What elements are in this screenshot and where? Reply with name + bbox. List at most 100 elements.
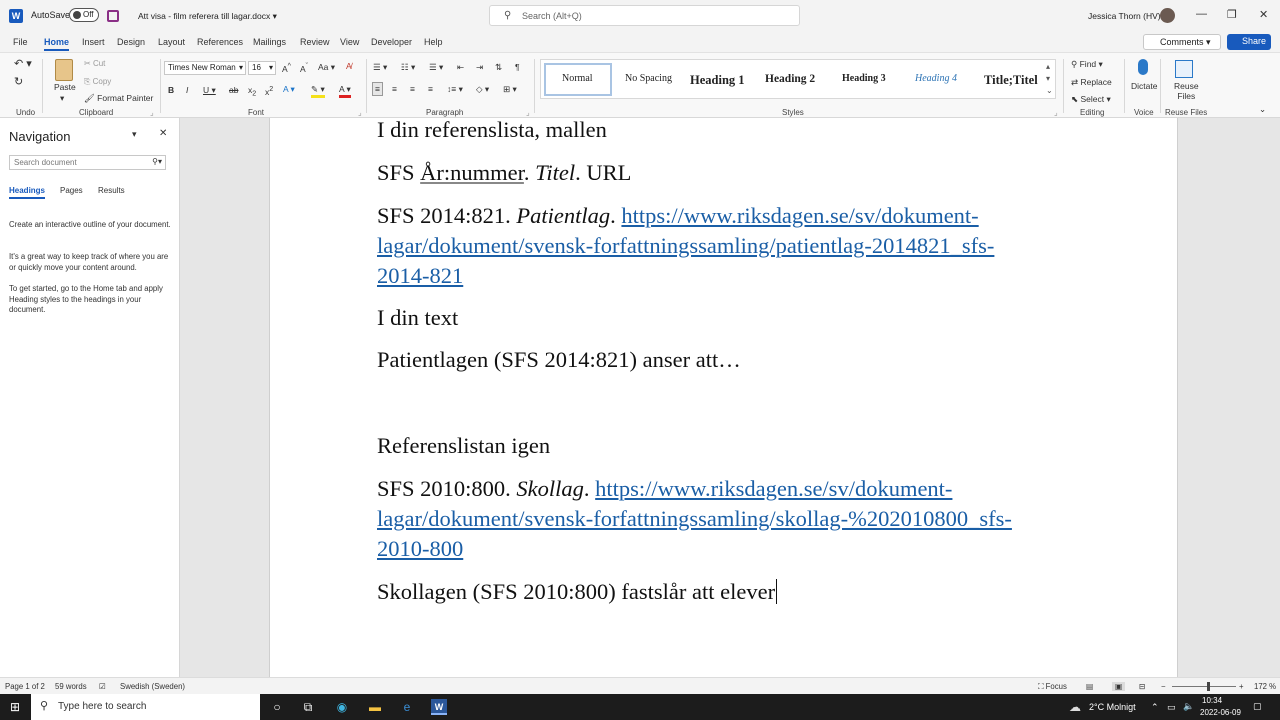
styles-scroll-up-icon[interactable]: ▴ [1046,62,1050,71]
doc-paragraph[interactable]: I din text [377,303,458,333]
close-icon[interactable]: ✕ [1259,8,1268,21]
styles-more-icon[interactable]: ⌄ [1046,86,1053,95]
hyperlink[interactable]: 2010-800 [377,536,463,561]
paste-icon[interactable] [55,59,73,81]
word-taskbar-icon[interactable]: W [431,699,447,715]
proofing-icon[interactable]: ☑ [99,682,106,691]
task-view-icon[interactable]: ⧉ [300,699,316,715]
sort-icon[interactable]: ⇅ [495,62,502,73]
tab-layout[interactable]: Layout [158,37,185,47]
find-button[interactable]: ⚲ Find ▾ [1071,59,1103,70]
minimize-icon[interactable]: — [1196,8,1207,20]
autosave-toggle[interactable]: Off [69,8,99,22]
underline-icon[interactable]: U ▾ [203,85,216,96]
doc-paragraph[interactable]: I din referenslista, mallen [377,115,607,145]
style-heading-4[interactable]: Heading 4 [915,73,957,84]
print-layout-icon[interactable]: ▣ [1112,682,1126,691]
network-icon[interactable]: ▭ [1167,702,1176,713]
hyperlink[interactable]: https://www.riksdagen.se/sv/dokument- [621,203,978,228]
replace-button[interactable]: ⇄ Replace [1071,77,1112,88]
reuse-files-icon[interactable] [1175,60,1193,78]
change-case-icon[interactable]: Aa ▾ [318,62,335,73]
multilevel-list-icon[interactable]: ☰ ▾ [429,62,443,73]
cut-button[interactable]: ✂ Cut [84,59,105,68]
zoom-level[interactable]: 172 % [1254,682,1276,691]
focus-button[interactable]: ⛶ Focus [1038,682,1067,692]
doc-paragraph[interactable]: SFS 2010:800. Skollag. https://www.riksd… [377,474,952,504]
align-right-icon[interactable]: ≡ [410,84,415,94]
save-icon[interactable] [107,10,119,22]
superscript-icon[interactable]: x2 [265,85,273,97]
grow-font-icon[interactable]: A^ [282,62,291,74]
dialog-launcher-icon[interactable]: ⌟ [1054,108,1058,117]
reuse-files-button[interactable]: Reuse Files [1174,81,1199,101]
taskbar-search-input[interactable]: ⚲ Type here to search [31,694,260,720]
weather-icon[interactable]: ☁ [1067,699,1083,715]
comments-button[interactable]: Comments ▾ [1143,34,1221,50]
select-button[interactable]: ⬉ Select ▾ [1071,94,1111,105]
doc-paragraph[interactable]: lagar/dokument/svensk-forfattningssamlin… [377,504,1012,534]
shading-icon[interactable]: ◇ ▾ [476,84,489,95]
tab-view[interactable]: View [340,37,359,47]
copy-button[interactable]: ⎘ Copy [84,77,111,87]
microphone-icon[interactable] [1138,59,1148,75]
font-size-select[interactable]: 16 ▾ [248,61,276,75]
subscript-icon[interactable]: x2 [248,85,256,98]
user-name[interactable]: Jessica Thorn (HV) [1088,11,1161,21]
bullets-icon[interactable]: ☰ ▾ [373,62,387,73]
style-normal[interactable]: Normal [562,73,593,84]
doc-paragraph[interactable]: lagar/dokument/svensk-forfattningssamlin… [377,231,994,261]
search-icon[interactable]: ⚲▾ [152,157,162,166]
nav-search-input[interactable]: Search document ⚲▾ [9,155,166,170]
document-page[interactable]: I din referenslista, mallen SFS År:numme… [269,115,1178,677]
document-title[interactable]: Att visa - film referera till lagar.docx… [138,11,277,22]
undo-icon[interactable]: ↶ ▾ [14,57,32,70]
align-left-icon[interactable]: ≡ [372,82,383,96]
doc-paragraph[interactable]: SFS År:nummer. Titel. URL [377,158,631,188]
increase-indent-icon[interactable]: ⇥ [476,62,483,73]
doc-paragraph[interactable]: Referenslistan igen [377,431,550,461]
borders-icon[interactable]: ⊞ ▾ [503,84,517,95]
format-painter-button[interactable]: 🖌 Format Painter [84,93,153,104]
volume-icon[interactable]: 🔈 [1183,701,1194,712]
doc-paragraph[interactable]: Skollagen (SFS 2010:800) fastslår att el… [377,577,778,607]
collapse-ribbon-icon[interactable]: ⌄ [1259,104,1266,115]
nav-tab-results[interactable]: Results [98,186,125,195]
styles-scroll-down-icon[interactable]: ▾ [1046,74,1050,83]
text-effects-icon[interactable]: A ▾ [283,84,295,95]
style-heading-3[interactable]: Heading 3 [842,73,886,84]
search-input[interactable]: ⚲ Search (Alt+Q) [489,5,800,26]
doc-paragraph[interactable]: 2014-821 [377,261,463,291]
decrease-indent-icon[interactable]: ⇤ [457,62,464,73]
dialog-launcher-icon[interactable]: ⌟ [150,108,154,117]
cortana-icon[interactable]: ○ [269,699,285,715]
avatar[interactable] [1160,8,1175,23]
notification-icon[interactable]: ▢ [1253,701,1262,712]
web-layout-icon[interactable]: ⊟ [1139,682,1146,691]
clock-time[interactable]: 10:34 [1202,696,1222,705]
style-heading-2[interactable]: Heading 2 [765,73,815,85]
dictate-button[interactable]: Dictate [1131,81,1157,91]
internet-explorer-icon[interactable]: e [399,699,415,715]
bold-icon[interactable]: B [168,85,174,95]
close-icon[interactable]: ✕ [159,128,167,139]
tab-insert[interactable]: Insert [82,37,105,47]
page-count[interactable]: Page 1 of 2 [5,682,45,691]
font-color-icon[interactable]: A ▾ [339,84,351,98]
shrink-font-icon[interactable]: Aˇ [300,62,308,74]
hyperlink[interactable]: lagar/dokument/svensk-forfattningssamlin… [377,506,1012,531]
style-title[interactable]: Title;Titel [984,73,1038,88]
style-no-spacing[interactable]: No Spacing [625,73,672,84]
numbering-icon[interactable]: ☷ ▾ [401,62,415,73]
style-heading-1[interactable]: Heading 1 [690,73,745,88]
clear-formatting-icon[interactable]: A̸ [346,61,352,71]
line-spacing-icon[interactable]: ↕≡ ▾ [447,84,463,95]
edge-icon[interactable]: ◉ [334,699,350,715]
zoom-out-icon[interactable]: − [1161,682,1166,691]
doc-paragraph[interactable]: SFS 2014:821. Patientlag. https://www.ri… [377,201,979,231]
nav-tab-pages[interactable]: Pages [60,186,83,195]
windows-start-icon[interactable]: ⊞ [7,699,23,715]
tab-mailings[interactable]: Mailings [253,37,286,47]
italic-icon[interactable]: I [186,85,188,95]
dialog-launcher-icon[interactable]: ⌟ [358,108,362,117]
